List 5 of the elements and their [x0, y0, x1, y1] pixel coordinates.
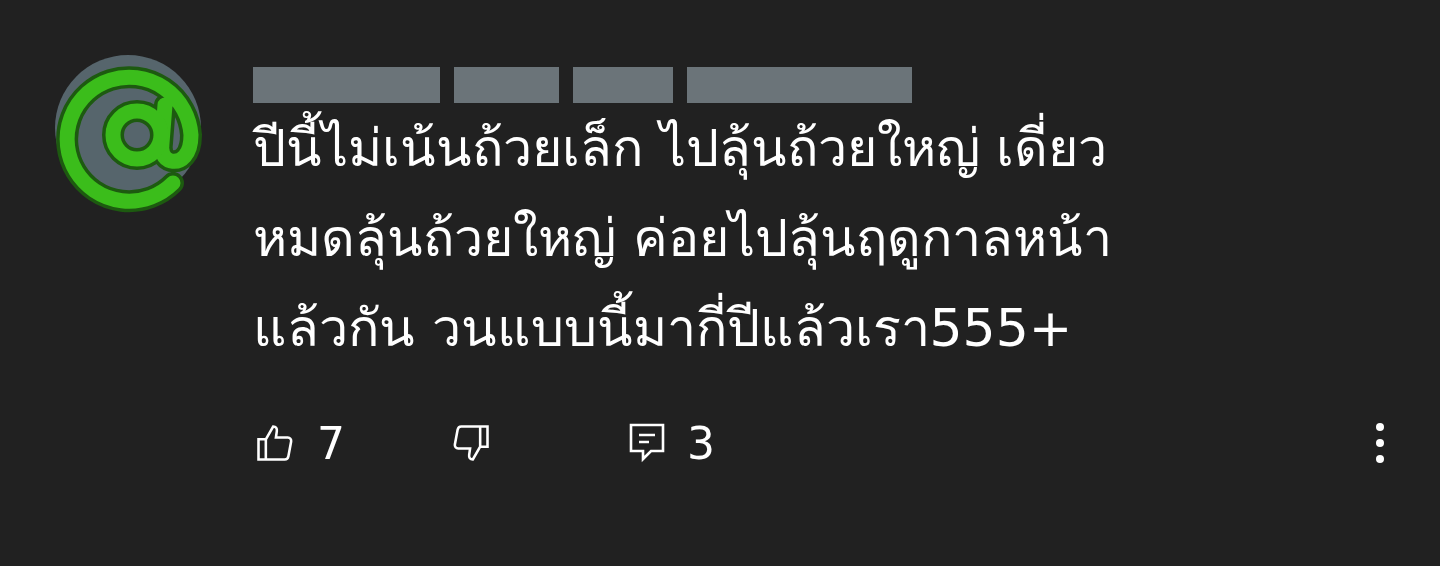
like-count: 7 [317, 417, 345, 469]
comment-text: ปีนี้ไม่เน้นถ้วยเล็ก ไปลุ้นถ้วยใหญ่ เดี่ยว หมดลุ้นถ้วยใหญ่ ค่อยไปลุ้นฤดูกาลหน้า แล้วกัน วนแบบนี้มากี่ปีแล้วเรา555+ [253, 103, 1440, 373]
reply-count: 3 [687, 417, 715, 469]
more-options-icon[interactable] [1375, 422, 1385, 464]
avatar-drawing[interactable] [55, 55, 205, 215]
